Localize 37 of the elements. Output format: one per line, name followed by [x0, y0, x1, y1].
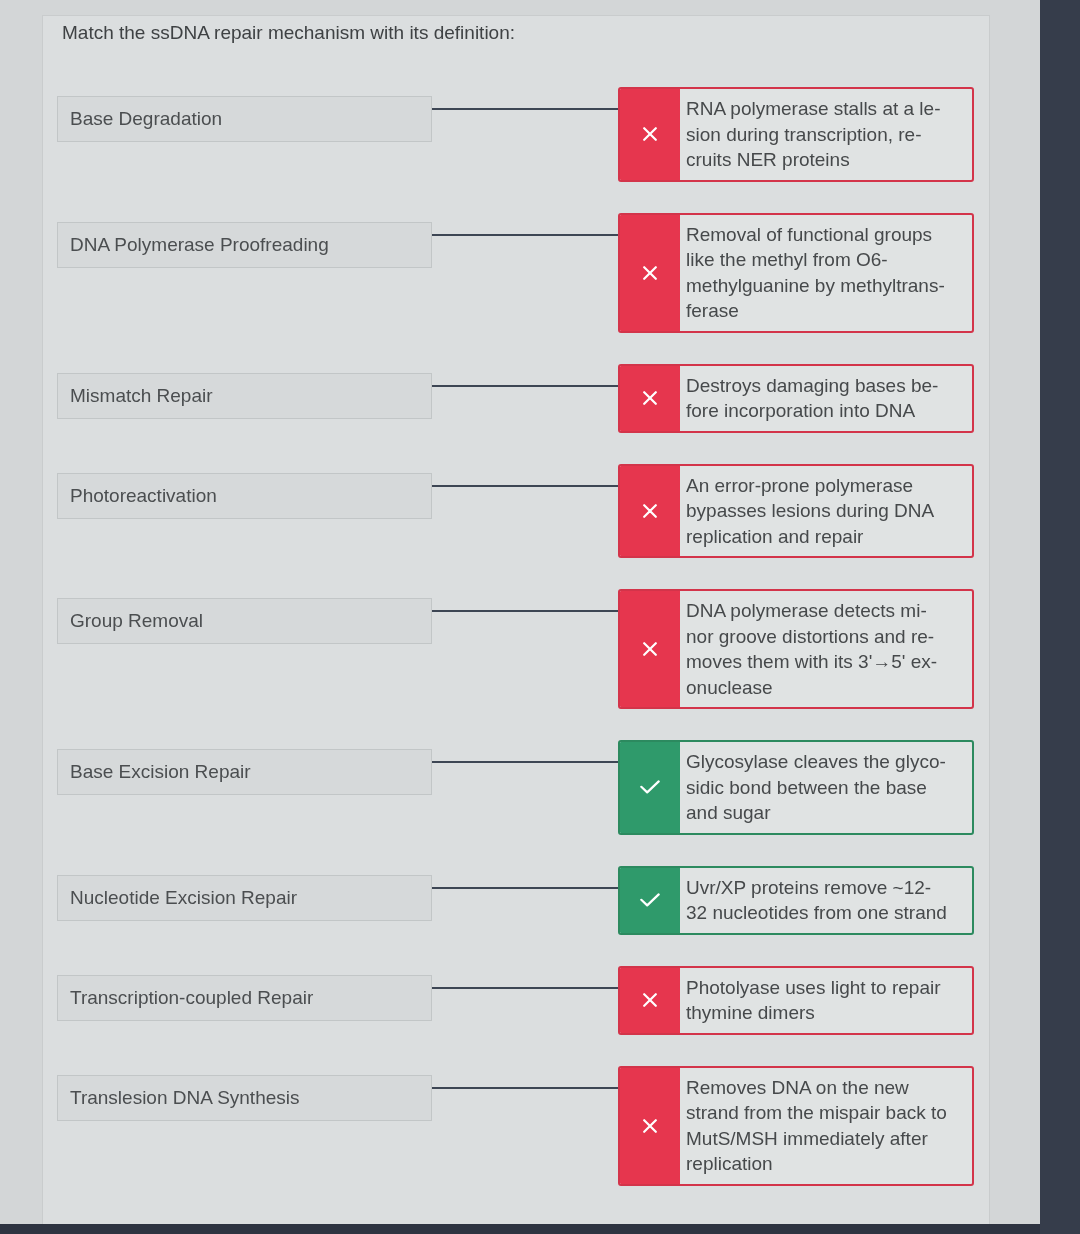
- term-item[interactable]: Group Removal: [57, 598, 432, 644]
- definition-text: RNA polymerase stalls at a le- sion during transcription, re- cruits NER proteins: [685, 97, 942, 172]
- cross-icon: [643, 503, 657, 518]
- definition-text: Removes DNA on the new strand from the mispair back to MutS/MSH immediately after replication: [685, 1075, 948, 1176]
- term-item[interactable]: Nucleotide Excision Repair: [57, 874, 432, 921]
- term-item[interactable]: Photoreactivation: [57, 472, 432, 519]
- cross-icon: [643, 265, 657, 280]
- definition-text: DNA polymerase detects mi- nor groove distortions and re- moves them with its 3'→5' ex- onuclease: [685, 599, 939, 700]
- answer-card[interactable]: Glycosylase cleaves the glyco- sidic bond between the base and sugar: [618, 740, 974, 835]
- cross-icon: [643, 993, 657, 1007]
- answer-card[interactable]: Photolyase uses light to repair thymine dimers: [618, 965, 974, 1035]
- answer-card[interactable]: An error-prone polymerase bypasses lesions during DNA replication and repair: [618, 463, 974, 558]
- cross-icon: [643, 391, 657, 405]
- answer-card[interactable]: Removes DNA on the new strand from the mispair back to MutS/MSH immediately after replication: [618, 1065, 974, 1186]
- question-text: Match the ssDNA repair mechanism with its definition:: [62, 22, 516, 44]
- answer-card[interactable]: DNA polymerase detects mi- nor groove distortions and re- moves them with its 3'→5' ex- onuclease: [618, 589, 974, 709]
- answer-card[interactable]: Uvr/XP proteins remove ~12- 32 nucleotides from one strand: [618, 865, 974, 935]
- check-icon: [640, 780, 660, 795]
- definition-text: Glycosylase cleaves the glyco- sidic bond between the base and sugar: [685, 750, 947, 825]
- answer-card[interactable]: Removal of functional groups like the methyl from O6- methylguanine by methyltrans- ferase: [618, 212, 974, 333]
- cross-icon: [643, 642, 657, 656]
- term-item[interactable]: DNA Polymerase Proofreading: [57, 221, 432, 268]
- definition-text: An error-prone polymerase bypasses lesions during DNA replication and repair: [685, 473, 936, 549]
- answer-card[interactable]: Destroys damaging bases be- fore incorporation into DNA: [618, 363, 974, 433]
- term-item[interactable]: Base Excision Repair: [57, 749, 432, 795]
- definition-text: Photolyase uses light to repair thymine dimers: [685, 975, 942, 1025]
- term-item[interactable]: Mismatch Repair: [57, 372, 432, 419]
- answer-card[interactable]: RNA polymerase stalls at a le- sion during transcription, re- cruits NER proteins: [618, 87, 974, 182]
- term-item[interactable]: Translesion DNA Synthesis: [57, 1074, 432, 1121]
- definition-text: Destroys damaging bases be- fore incorporation into DNA: [685, 373, 940, 423]
- check-icon: [640, 893, 660, 907]
- definition-text: Uvr/XP proteins remove ~12- 32 nucleotides from one strand: [685, 875, 948, 925]
- cross-icon: [643, 127, 657, 142]
- definition-text: Removal of functional groups like the methyl from O6- methylguanine by methyltrans- ferase: [685, 222, 946, 323]
- term-item[interactable]: Base Degradation: [57, 96, 432, 142]
- cross-icon: [643, 1118, 657, 1133]
- term-item[interactable]: Transcription-coupled Repair: [57, 974, 432, 1021]
